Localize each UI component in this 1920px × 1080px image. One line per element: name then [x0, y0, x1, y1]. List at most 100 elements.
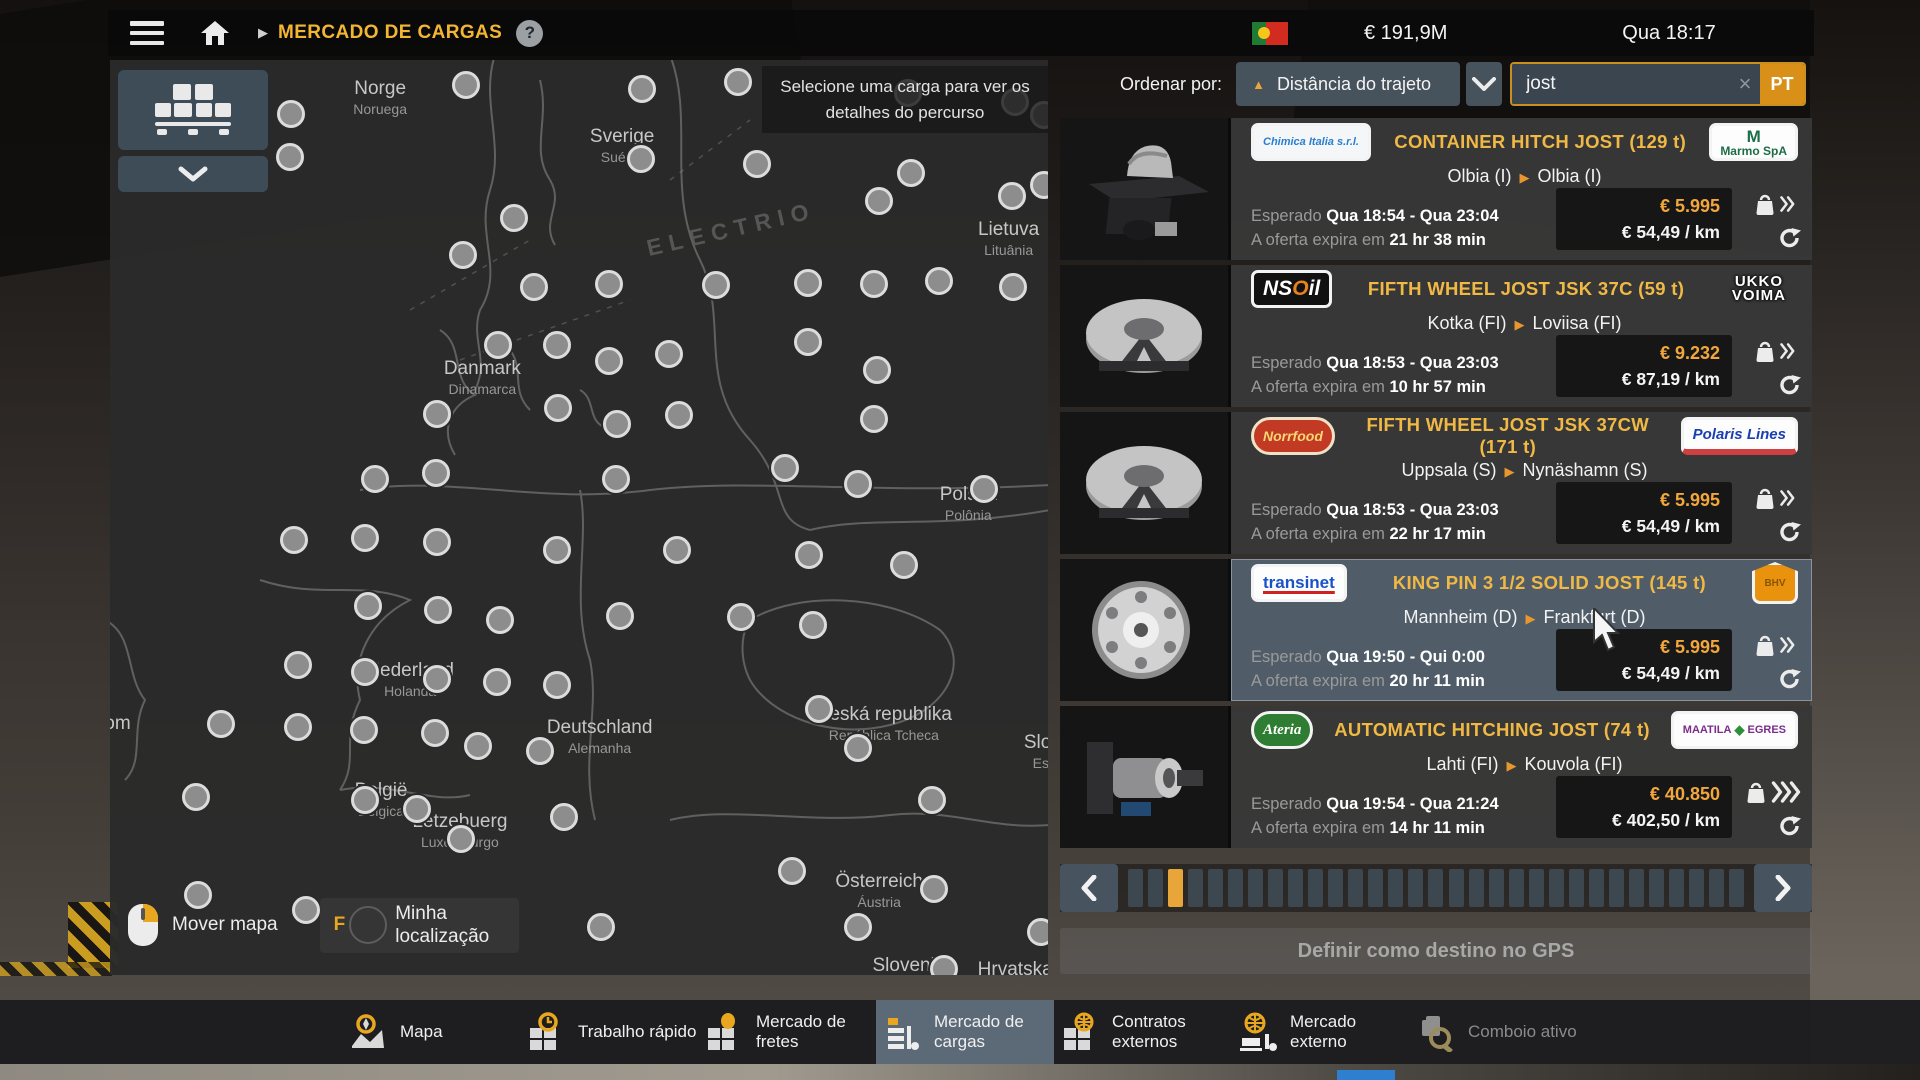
cargo-map-marker[interactable] [771, 454, 799, 482]
cargo-map-marker[interactable] [702, 271, 730, 299]
page-tick[interactable] [1669, 869, 1684, 907]
cargo-map-marker[interactable] [665, 401, 693, 429]
cargo-map-marker[interactable] [844, 470, 872, 498]
page-tick[interactable] [1188, 869, 1203, 907]
page-tick[interactable] [1449, 869, 1464, 907]
clear-search-icon[interactable]: × [1730, 64, 1760, 104]
cargo-map-marker[interactable] [606, 602, 634, 630]
cargo-map-marker[interactable] [998, 182, 1026, 210]
cargo-map-marker[interactable] [464, 732, 492, 760]
cargo-map-marker[interactable] [452, 71, 480, 99]
cargo-map-marker[interactable] [663, 536, 691, 564]
page-tick[interactable] [1549, 869, 1564, 907]
cargo-map-marker[interactable] [350, 716, 378, 744]
cargo-map-marker[interactable] [655, 340, 683, 368]
page-tick[interactable] [1469, 869, 1484, 907]
help-icon[interactable]: ? [516, 20, 543, 47]
cargo-map-marker[interactable] [865, 187, 893, 215]
collapse-filter-button[interactable] [118, 156, 268, 192]
nav-freight-market[interactable]: Mercado de fretes [698, 1000, 876, 1064]
cargo-offer-row[interactable]: NSOil FIFTH WHEEL JOST JSK 37C (59 t) UK… [1060, 265, 1812, 407]
page-tick[interactable] [1529, 869, 1544, 907]
cargo-map-marker[interactable] [403, 795, 431, 823]
cargo-map-marker[interactable] [778, 857, 806, 885]
cargo-map-marker[interactable] [276, 143, 304, 171]
cargo-map-marker[interactable] [602, 465, 630, 493]
cargo-map-marker[interactable] [361, 465, 389, 493]
page-tick[interactable] [1649, 869, 1664, 907]
next-page-button[interactable] [1754, 864, 1812, 912]
page-tick[interactable] [1228, 869, 1243, 907]
page-tick[interactable] [1348, 869, 1363, 907]
cargo-map-marker[interactable] [860, 405, 888, 433]
cargo-offer-row[interactable]: transinet KING PIN 3 1/2 SOLID JOST (145… [1060, 559, 1812, 701]
nav-quick-job[interactable]: Trabalho rápido [520, 1000, 698, 1064]
page-tick[interactable] [1709, 869, 1724, 907]
cargo-map-marker[interactable] [628, 75, 656, 103]
cargo-map-marker[interactable] [284, 713, 312, 741]
cargo-map-marker[interactable] [970, 475, 998, 503]
nav-external-market[interactable]: Mercado externo [1232, 1000, 1410, 1064]
page-tick[interactable] [1729, 869, 1744, 907]
cargo-map-marker[interactable] [424, 596, 452, 624]
page-tick[interactable] [1609, 869, 1624, 907]
cargo-map-marker[interactable] [526, 737, 554, 765]
cargo-map-marker[interactable] [595, 347, 623, 375]
page-tick[interactable] [1489, 869, 1504, 907]
cargo-map-marker[interactable] [544, 394, 572, 422]
cargo-map-marker[interactable] [627, 145, 655, 173]
page-tick[interactable] [1589, 869, 1604, 907]
cargo-map-marker[interactable] [182, 783, 210, 811]
cargo-map-marker[interactable] [423, 528, 451, 556]
cargo-map-marker[interactable] [844, 734, 872, 762]
nav-map[interactable]: Mapa [342, 1000, 520, 1064]
cargo-map-marker[interactable] [727, 603, 755, 631]
cargo-map-marker[interactable] [421, 719, 449, 747]
language-button[interactable]: PT [1760, 64, 1804, 104]
page-tick[interactable] [1408, 869, 1423, 907]
page-tick[interactable] [1308, 869, 1323, 907]
cargo-map-marker[interactable] [207, 710, 235, 738]
cargo-map-marker[interactable] [484, 331, 512, 359]
page-tick[interactable] [1629, 869, 1644, 907]
page-tick[interactable] [1328, 869, 1343, 907]
previous-page-button[interactable] [1060, 864, 1118, 912]
page-tick[interactable] [1248, 869, 1263, 907]
cargo-map-marker[interactable] [724, 68, 752, 96]
cargo-map-marker[interactable] [277, 100, 305, 128]
cargo-map-marker[interactable] [543, 536, 571, 564]
cargo-map-marker[interactable] [280, 526, 308, 554]
cargo-map-marker[interactable] [351, 524, 379, 552]
cargo-filter-button[interactable] [118, 70, 268, 150]
cargo-map-marker[interactable] [799, 611, 827, 639]
cargo-map-marker[interactable] [423, 400, 451, 428]
cargo-map-marker[interactable] [999, 273, 1027, 301]
cargo-offer-row[interactable]: Norrfood FIFTH WHEEL JOST JSK 37CW (171 … [1060, 412, 1812, 554]
cargo-map-marker[interactable] [354, 592, 382, 620]
cargo-map-marker[interactable] [860, 270, 888, 298]
page-tick[interactable] [1148, 869, 1163, 907]
cargo-map-marker[interactable] [447, 825, 475, 853]
page-tick[interactable] [1288, 869, 1303, 907]
home-icon[interactable] [200, 20, 230, 46]
cargo-map-marker[interactable] [423, 665, 451, 693]
page-tick[interactable] [1428, 869, 1443, 907]
cargo-map-marker[interactable] [920, 875, 948, 903]
search-input[interactable] [1512, 64, 1730, 104]
sort-dropdown[interactable]: ▲ Distância do trajeto [1236, 62, 1460, 106]
cargo-map-marker[interactable] [805, 695, 833, 723]
cargo-map-marker[interactable] [595, 270, 623, 298]
cargo-map-marker[interactable] [844, 913, 872, 941]
page-tick[interactable] [1689, 869, 1704, 907]
cargo-map-marker[interactable] [422, 459, 450, 487]
cargo-map-marker[interactable] [794, 269, 822, 297]
page-tick[interactable] [1268, 869, 1283, 907]
page-tick[interactable] [1128, 869, 1143, 907]
cargo-map-marker[interactable] [918, 786, 946, 814]
cargo-map-marker[interactable] [486, 606, 514, 634]
cargo-map-marker[interactable] [795, 541, 823, 569]
cargo-map-marker[interactable] [863, 356, 891, 384]
cargo-map-marker[interactable] [890, 551, 918, 579]
cargo-map-marker[interactable] [351, 658, 379, 686]
cargo-map-marker[interactable] [550, 803, 578, 831]
